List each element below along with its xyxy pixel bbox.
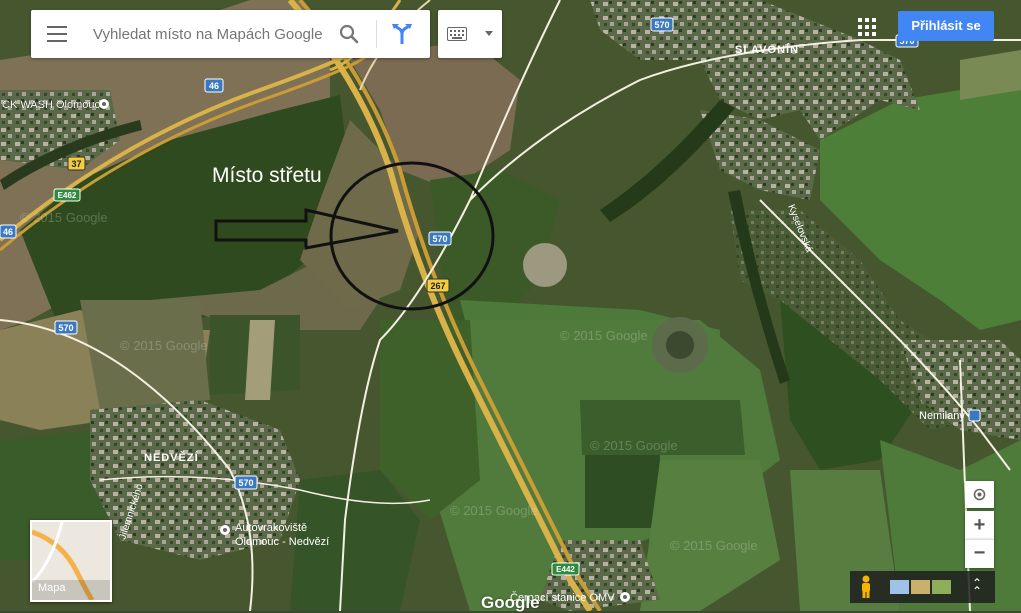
imagery-thumbnails[interactable] bbox=[890, 580, 954, 594]
my-location-icon bbox=[973, 488, 986, 501]
road-shield: 570 bbox=[234, 475, 258, 490]
expand-icon[interactable]: ⌃ ⌃ bbox=[970, 577, 984, 597]
google-logo: Google bbox=[481, 593, 540, 612]
zoom-in-button[interactable]: + bbox=[965, 511, 994, 539]
road-shield: 570 bbox=[54, 320, 78, 335]
watermark: © 2015 Google bbox=[450, 503, 538, 518]
apps-grid-icon[interactable] bbox=[858, 18, 876, 36]
chevron-down-icon[interactable] bbox=[485, 31, 493, 36]
svg-text:570: 570 bbox=[238, 478, 253, 488]
divider bbox=[376, 20, 377, 48]
place-label: SLAVONÍN bbox=[735, 43, 799, 56]
svg-text:E462: E462 bbox=[58, 191, 77, 200]
svg-text:E442: E442 bbox=[556, 565, 575, 574]
svg-text:570: 570 bbox=[654, 20, 669, 30]
imagery-bar: ⌃ ⌃ bbox=[850, 571, 995, 603]
keyboard-icon bbox=[447, 27, 467, 41]
svg-text:46: 46 bbox=[3, 227, 13, 237]
place-label[interactable]: Autovrakoviště bbox=[235, 522, 307, 534]
place-label[interactable]: Nemilany bbox=[919, 410, 965, 422]
watermark: © 2015 Google bbox=[590, 438, 678, 453]
my-location-button[interactable] bbox=[965, 481, 994, 508]
input-tools-button[interactable] bbox=[438, 10, 502, 58]
search-icon[interactable] bbox=[337, 22, 361, 46]
road-shield: E462 bbox=[53, 188, 81, 202]
watermark: © 2015 Google bbox=[560, 328, 648, 343]
watermark: © 2015 Google bbox=[20, 210, 108, 225]
road-shield: E442 bbox=[551, 562, 580, 576]
directions-icon[interactable] bbox=[390, 22, 414, 46]
watermark: © 2015 Google bbox=[670, 538, 758, 553]
road-shield: 570 bbox=[428, 231, 452, 246]
watermark: © 2015 Google bbox=[120, 338, 208, 353]
train-station-icon[interactable] bbox=[968, 409, 981, 422]
pegman-icon[interactable] bbox=[858, 575, 874, 599]
svg-text:267: 267 bbox=[430, 281, 445, 291]
annotation-label: Místo střetu bbox=[212, 164, 322, 187]
place-label[interactable]: CK WASH Olomouc bbox=[2, 99, 101, 111]
road-shield: 37 bbox=[67, 156, 86, 171]
place-label[interactable]: Olomouc - Nedvězí bbox=[235, 536, 329, 548]
zoom-out-button[interactable]: − bbox=[965, 539, 994, 568]
road-shield: 46 bbox=[204, 78, 224, 93]
place-label: NEDVĚZÍ bbox=[144, 451, 199, 464]
minimap-label: Mapa bbox=[38, 582, 66, 594]
satellite-map[interactable]: Místo střetu © 2015 Google © 2015 Google… bbox=[0, 0, 1021, 611]
svg-text:46: 46 bbox=[209, 81, 219, 91]
search-box bbox=[31, 10, 430, 58]
hamburger-icon[interactable] bbox=[47, 26, 67, 42]
svg-text:570: 570 bbox=[58, 323, 73, 333]
road-shield: 570 bbox=[650, 17, 674, 32]
svg-text:570: 570 bbox=[432, 234, 447, 244]
sign-in-button[interactable]: Přihlásit se bbox=[898, 11, 994, 41]
map-type-toggle[interactable]: Mapa bbox=[30, 520, 112, 602]
search-input[interactable] bbox=[93, 24, 325, 44]
svg-text:37: 37 bbox=[71, 159, 81, 169]
road-shield: 46 bbox=[0, 224, 17, 239]
road-shield: 267 bbox=[426, 278, 450, 293]
